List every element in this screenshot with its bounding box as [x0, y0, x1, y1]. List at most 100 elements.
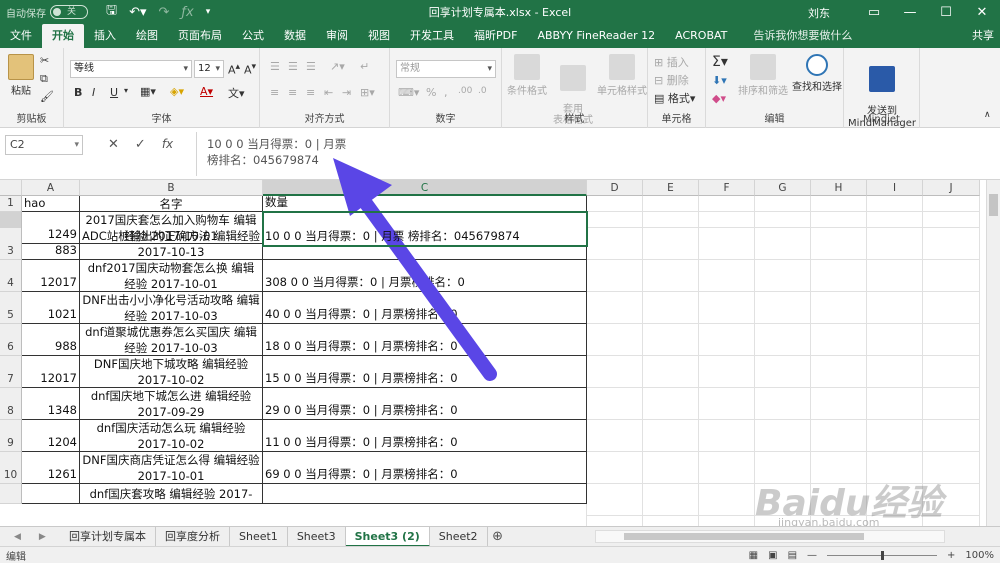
column-header-J[interactable]: J — [923, 180, 980, 196]
horizontal-scrollbar[interactable] — [595, 530, 945, 543]
currency-icon[interactable]: ⌨▾ — [398, 86, 419, 99]
align-top-icon[interactable]: ☰ — [270, 60, 280, 73]
save-icon[interactable]: 🖫 — [106, 1, 117, 23]
cell-b[interactable]: ADC站桩输出的正确方法 编辑经验 2017-10-13 — [80, 228, 263, 260]
tab-3[interactable]: 绘图 — [126, 24, 168, 48]
delete-cells-button[interactable]: ⊟ 删除 — [654, 72, 689, 88]
cell-b[interactable]: DNF国庆地下城攻略 编辑经验 2017-10-02 — [80, 356, 263, 388]
zoom-slider[interactable] — [827, 550, 938, 560]
tab-4[interactable]: 页面布局 — [168, 24, 232, 48]
format-cells-button[interactable]: ▤ 格式▾ — [654, 90, 695, 106]
close-icon[interactable]: ✕ — [964, 0, 1000, 24]
enter-icon[interactable]: ✓ — [135, 137, 146, 152]
tab-10[interactable]: 福昕PDF — [464, 24, 527, 48]
orientation-icon[interactable]: ↗▾ — [330, 60, 345, 73]
minimize-icon[interactable]: — — [892, 0, 928, 24]
tab-1[interactable]: 开始 — [42, 24, 84, 48]
cell-a[interactable]: 12017 — [22, 260, 80, 292]
row-header[interactable]: 8 — [0, 388, 22, 420]
insert-cells-button[interactable]: ⊞ 插入 — [654, 54, 689, 70]
sheet-tab-4[interactable]: Sheet3 (2) — [345, 526, 430, 547]
horizontal-scroll-thumb[interactable] — [624, 533, 864, 540]
zoom-in-icon[interactable]: + — [947, 550, 955, 561]
tab-0[interactable]: 文件 — [0, 24, 42, 48]
maximize-icon[interactable]: ☐ — [928, 0, 964, 24]
increase-font-icon[interactable]: A▴ — [228, 61, 240, 77]
font-name-select[interactable]: 等线 — [70, 60, 192, 78]
tab-13[interactable]: 告诉我你想要做什么 — [743, 24, 862, 48]
cell-styles-button[interactable]: 单元格样式 — [596, 54, 648, 97]
cell-a[interactable]: 988 — [22, 324, 80, 356]
conditional-format-button[interactable]: 条件格式 — [504, 54, 550, 97]
italic-button[interactable]: I — [92, 86, 95, 99]
decrease-indent-icon[interactable]: ⇤ — [324, 86, 333, 99]
decrease-decimal-icon[interactable]: .0 — [478, 86, 487, 96]
format-painter-icon[interactable]: 🖌 — [40, 90, 54, 103]
cell-a[interactable]: 1261 — [22, 452, 80, 484]
row-header[interactable]: 6 — [0, 324, 22, 356]
tab-5[interactable]: 公式 — [232, 24, 274, 48]
user-name[interactable]: 刘东 — [808, 5, 830, 21]
cell-a[interactable]: 1021 — [22, 292, 80, 324]
prev-sheet-icon[interactable]: ◀ — [14, 532, 21, 542]
column-header-C[interactable]: C — [263, 180, 587, 196]
tab-12[interactable]: ACROBAT — [665, 24, 737, 48]
row-header[interactable]: 10 — [0, 452, 22, 484]
cell-b[interactable]: dnf道聚城优惠券怎么买国庆 编辑经验 2017-10-03 — [80, 324, 263, 356]
normal-view-icon[interactable]: ▦ — [749, 550, 758, 561]
wrap-text-icon[interactable]: ↵ — [360, 60, 369, 73]
cut-icon[interactable]: ✂ — [40, 54, 49, 67]
sheet-tab-1[interactable]: 回享度分析 — [156, 526, 230, 547]
percent-icon[interactable]: % — [426, 86, 436, 99]
cell-a[interactable]: 12017 — [22, 356, 80, 388]
cell-c[interactable]: 308 0 0 当月得票：0 | 月票榜排名：0 — [263, 260, 587, 292]
row-header[interactable]: 3 — [0, 228, 22, 260]
decrease-font-icon[interactable]: A▾ — [244, 61, 256, 77]
cell-c[interactable]: 数量 — [263, 195, 587, 212]
sheet-tab-2[interactable]: Sheet1 — [230, 526, 288, 547]
underline-dropdown-icon[interactable]: ▾ — [124, 86, 128, 95]
row-header[interactable] — [0, 484, 22, 504]
autosave-toggle[interactable]: 关 — [50, 5, 88, 19]
row-header[interactable]: 4 — [0, 260, 22, 292]
row-header[interactable]: 9 — [0, 420, 22, 452]
customize-qat-icon[interactable]: ▾ — [206, 7, 211, 17]
sheet-tab-5[interactable]: Sheet2 — [430, 526, 488, 547]
cell-b[interactable]: DNF出击小小净化号活动攻略 编辑经验 2017-10-03 — [80, 292, 263, 324]
sort-filter-button[interactable]: 排序和筛选 — [738, 54, 788, 97]
cell-c[interactable]: 29 0 0 当月得票：0 | 月票榜排名：0 — [263, 388, 587, 420]
sheet-tab-0[interactable]: 回享计划专属本 — [60, 526, 156, 547]
cell-c[interactable]: 18 0 0 当月得票：0 | 月票榜排名：0 — [263, 324, 587, 356]
page-break-icon[interactable]: ▤ — [788, 550, 797, 561]
column-header-A[interactable]: A — [22, 180, 80, 196]
zoom-level[interactable]: 100% — [965, 550, 994, 561]
cell-a[interactable] — [22, 484, 80, 504]
borders-icon[interactable]: ▦▾ — [140, 85, 156, 98]
cell-b[interactable]: dnf国庆套攻略 编辑经验 2017- — [80, 484, 263, 504]
cell-a[interactable]: hao — [22, 196, 80, 212]
select-all-corner[interactable] — [0, 180, 22, 196]
cancel-icon[interactable]: ✕ — [108, 137, 119, 152]
cell-a[interactable]: 1348 — [22, 388, 80, 420]
align-right-icon[interactable]: ≡ — [306, 86, 315, 99]
zoom-out-icon[interactable]: — — [807, 550, 817, 561]
insert-function-icon[interactable]: fx — [162, 137, 173, 152]
share-button[interactable]: 共享 — [972, 24, 994, 48]
column-header-D[interactable]: D — [587, 180, 643, 196]
increase-indent-icon[interactable]: ⇥ — [342, 86, 351, 99]
page-layout-icon[interactable]: ▣ — [768, 550, 777, 561]
cell-c[interactable]: 10 0 0 当月得票：0 | 月票 榜排名：045679874 — [262, 211, 588, 247]
sheet-tab-3[interactable]: Sheet3 — [288, 526, 346, 547]
cell-b[interactable]: dnf国庆地下城怎么进 编辑经验 2017-09-29 — [80, 388, 263, 420]
vertical-scroll-thumb[interactable] — [989, 194, 998, 216]
tab-9[interactable]: 开发工具 — [400, 24, 464, 48]
tab-2[interactable]: 插入 — [84, 24, 126, 48]
cell-b[interactable]: DNF国庆商店凭证怎么得 编辑经验 2017-10-01 — [80, 452, 263, 484]
tab-6[interactable]: 数据 — [274, 24, 316, 48]
cell-c[interactable]: 69 0 0 当月得票：0 | 月票榜排名：0 — [263, 452, 587, 484]
align-middle-icon[interactable]: ☰ — [288, 60, 298, 73]
vertical-scrollbar[interactable] — [986, 180, 1000, 526]
cell-a[interactable]: 1204 — [22, 420, 80, 452]
comma-icon[interactable]: , — [444, 86, 448, 99]
underline-button[interactable]: U — [110, 86, 118, 99]
